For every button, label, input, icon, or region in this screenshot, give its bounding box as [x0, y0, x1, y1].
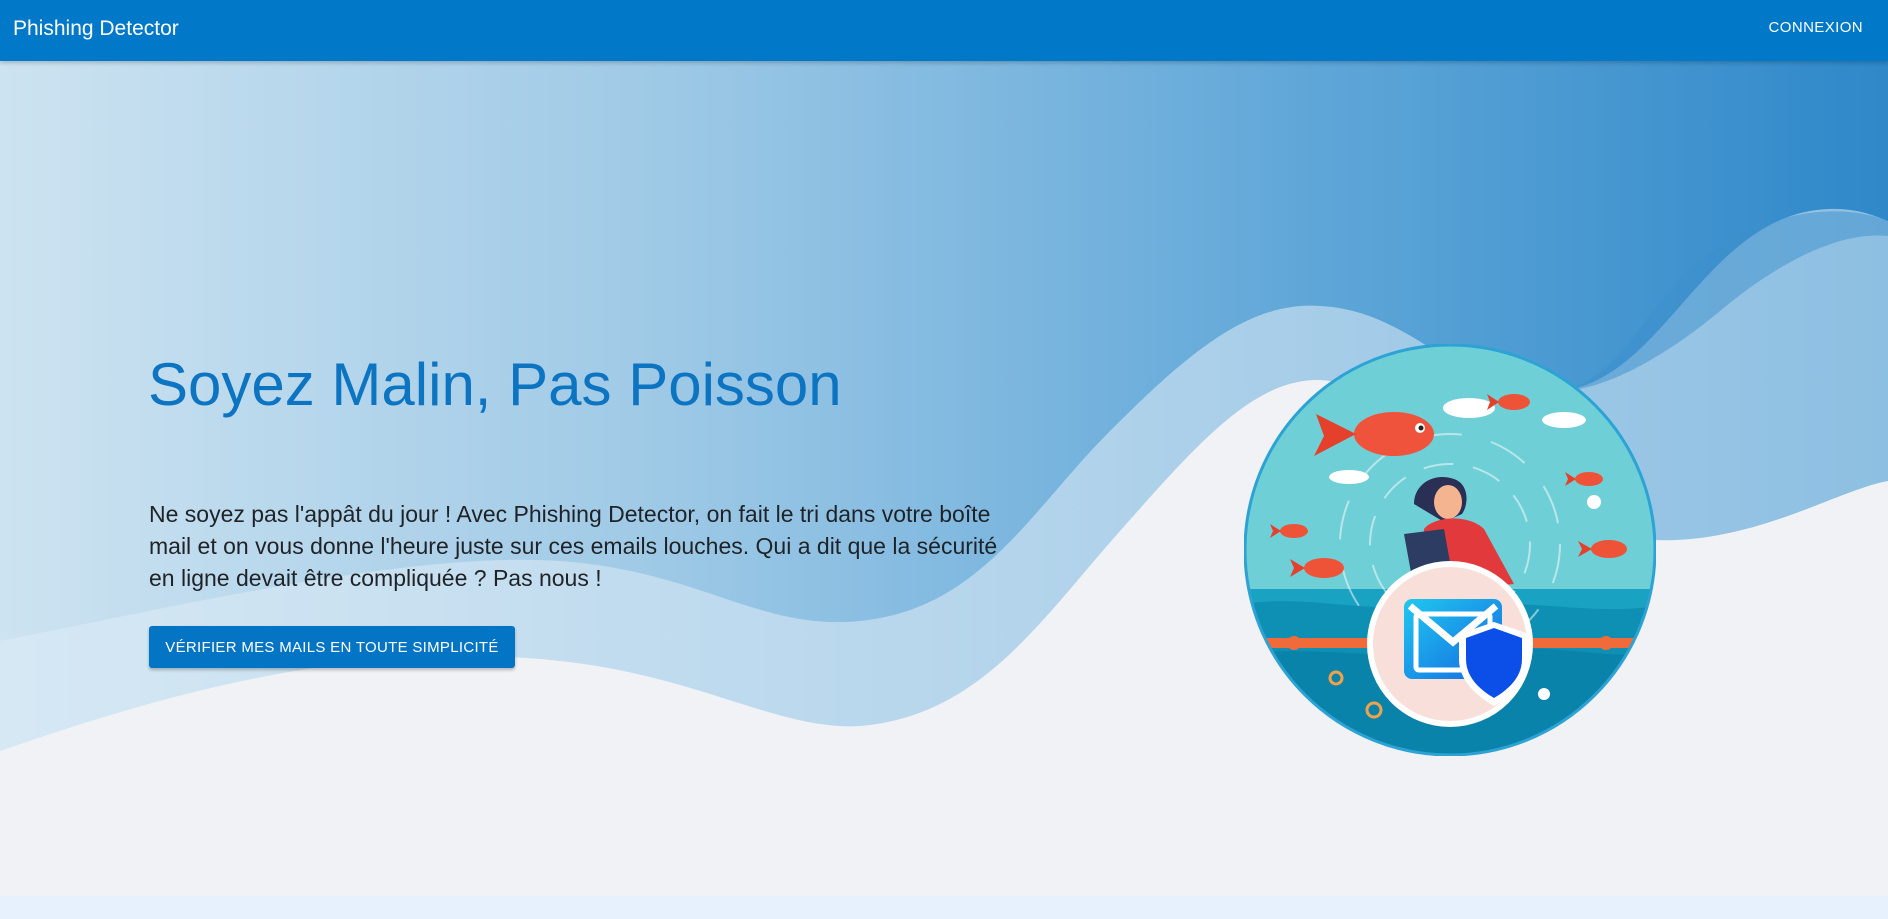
- brand-title[interactable]: Phishing Detector: [13, 17, 179, 41]
- hero-section: Soyez Malin, Pas Poisson Ne soyez pas l'…: [0, 61, 1888, 896]
- check-mails-button[interactable]: VÉRIFIER MES MAILS EN TOUTE SIMPLICITÉ: [149, 626, 515, 668]
- app-bar: Phishing Detector CONNEXION: [0, 0, 1888, 61]
- fisherman-email-shield-illustration: [1244, 344, 1656, 756]
- hero-title: Soyez Malin, Pas Poisson: [148, 351, 842, 418]
- hero-description: Ne soyez pas l'appât du jour ! Avec Phis…: [149, 501, 998, 591]
- footer-strip: [0, 896, 1888, 919]
- login-button[interactable]: CONNEXION: [1769, 19, 1863, 36]
